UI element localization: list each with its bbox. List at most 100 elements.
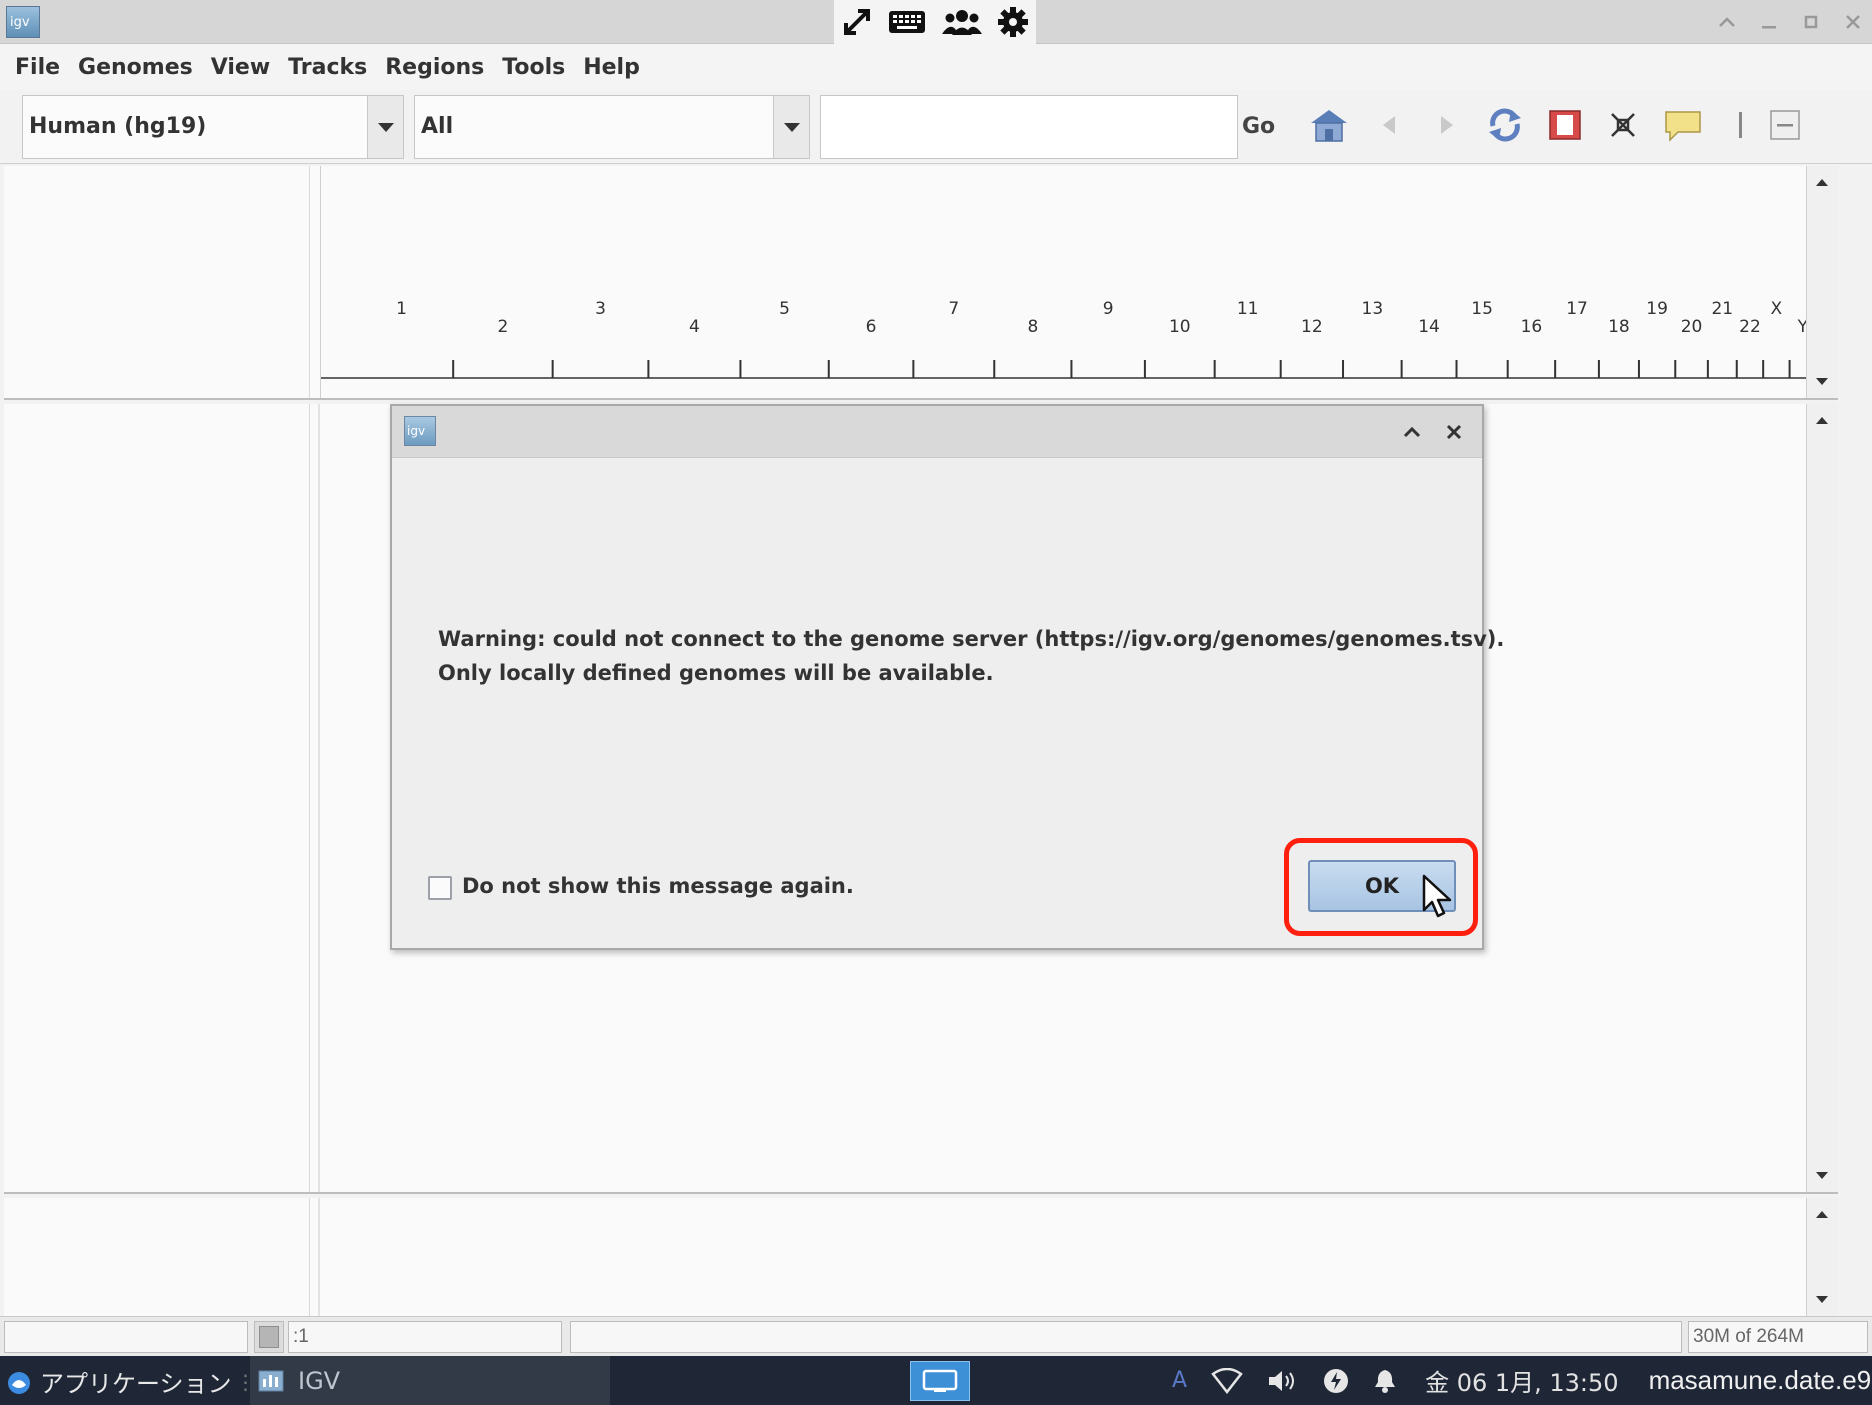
data-scrollbar[interactable] (1806, 404, 1838, 1192)
scroll-up-icon[interactable] (1807, 406, 1837, 434)
menu-genomes[interactable]: Genomes (78, 55, 193, 80)
dialog-collapse-icon[interactable] (1398, 418, 1426, 446)
settings-gear-icon[interactable] (998, 7, 1028, 37)
chromosome-select[interactable]: All (414, 95, 810, 159)
forward-arrow-icon[interactable] (1424, 102, 1470, 148)
ruler-line-icon[interactable] (1718, 102, 1764, 148)
chromosome-dropdown-icon[interactable] (773, 96, 809, 158)
locus-search-input[interactable] (820, 95, 1238, 159)
chromosome-label-9[interactable]: 9 (1103, 299, 1114, 319)
popup-info-icon[interactable] (1660, 102, 1706, 148)
scroll-up-icon[interactable] (1807, 168, 1837, 196)
chromosome-label-19[interactable]: 19 (1646, 299, 1668, 319)
volume-icon[interactable] (1267, 1368, 1299, 1394)
window-minimize-icon[interactable] (1754, 8, 1784, 36)
chromosome-ruler[interactable]: 1 2 3 4 5 6 7 8 9 10 11 12 13 14 15 16 17 18 19 20 21 22 X Y (320, 166, 1838, 398)
dont-show-again-label[interactable]: Do not show this message again. (462, 874, 854, 898)
feature-panel (4, 1198, 1838, 1316)
os-taskbar: アプリケーション ⋮ IGV A 金 06 1月, 13:50 masamune… (0, 1356, 1872, 1405)
feature-scrollbar[interactable] (1806, 1198, 1838, 1316)
menu-tools[interactable]: Tools (502, 55, 565, 80)
network-icon[interactable] (1211, 1367, 1243, 1394)
go-button[interactable]: Go (1242, 114, 1275, 139)
dialog-message: Warning: could not connect to the genome… (438, 622, 1505, 690)
chromosome-label-8[interactable]: 8 (1027, 317, 1038, 337)
chromosome-label-22[interactable]: 22 (1739, 317, 1761, 337)
menu-file[interactable]: File (15, 55, 60, 80)
chromosome-label-14[interactable]: 14 (1418, 317, 1440, 337)
window-maximize-up-icon[interactable] (1712, 8, 1742, 36)
toolbar: Human (hg19) All Go (0, 90, 1872, 164)
chromosome-label-7[interactable]: 7 (948, 299, 959, 319)
chromosome-label-15[interactable]: 15 (1471, 299, 1493, 319)
menu-view[interactable]: View (211, 55, 270, 80)
resize-region-icon[interactable] (1542, 102, 1588, 148)
remote-toolbar (834, 0, 1036, 44)
genome-dropdown-icon[interactable] (367, 96, 403, 158)
feature-panel-divider[interactable] (318, 1198, 320, 1316)
header-name-panel (4, 166, 310, 398)
igv-app-icon: igv (6, 6, 40, 38)
keyboard-icon[interactable] (888, 9, 926, 35)
taskbar-username[interactable]: masamune.date.e9 (1649, 1365, 1872, 1396)
genome-select[interactable]: Human (hg19) (22, 95, 404, 159)
window-titlebar: igv (0, 0, 1872, 44)
applications-menu[interactable]: アプリケーション ⋮ (6, 1364, 256, 1399)
zoom-fit-icon[interactable] (1600, 102, 1646, 148)
scroll-up-icon[interactable] (1807, 1200, 1837, 1228)
users-icon[interactable] (942, 8, 982, 36)
status-message (570, 1321, 1682, 1353)
refresh-icon[interactable] (1482, 102, 1528, 148)
status-cell-left (4, 1321, 248, 1353)
chromosome-label-18[interactable]: 18 (1608, 317, 1630, 337)
scroll-down-icon[interactable] (1807, 1162, 1837, 1190)
taskbar-item-igv[interactable]: IGV (250, 1356, 610, 1405)
window-restore-icon[interactable] (1796, 8, 1826, 36)
dialog-message-line1: Warning: could not connect to the genome… (438, 627, 1505, 651)
data-panel-divider[interactable] (318, 404, 320, 1192)
header-scrollbar[interactable] (1806, 166, 1838, 398)
window-close-icon[interactable] (1838, 8, 1868, 36)
system-tray: A 金 06 1月, 13:50 masamune.date.e9 (1160, 1356, 1871, 1405)
dont-show-again-checkbox[interactable] (428, 876, 452, 900)
status-indicator-box (259, 1326, 279, 1348)
home-icon[interactable] (1306, 102, 1352, 148)
status-position: :1 (288, 1321, 562, 1353)
dialog-icon-label: igv (407, 424, 426, 438)
chromosome-label-4[interactable]: 4 (689, 317, 700, 337)
chromosome-label-X[interactable]: X (1771, 299, 1783, 319)
collapse-panel-icon[interactable] (1762, 102, 1808, 148)
chromosome-label-12[interactable]: 12 (1301, 317, 1323, 337)
chromosome-select-value: All (421, 114, 454, 139)
scroll-down-icon[interactable] (1807, 1286, 1837, 1314)
menu-help[interactable]: Help (583, 55, 640, 80)
applications-menu-icon (8, 1371, 30, 1394)
chromosome-label-2[interactable]: 2 (498, 317, 509, 337)
scroll-down-icon[interactable] (1807, 368, 1837, 396)
chromosome-label-11[interactable]: 11 (1237, 299, 1259, 319)
chromosome-label-16[interactable]: 16 (1521, 317, 1543, 337)
feature-name-panel (4, 1198, 310, 1316)
chromosome-label-20[interactable]: 20 (1681, 317, 1703, 337)
dialog-close-icon[interactable] (1440, 418, 1468, 446)
chromosome-label-5[interactable]: 5 (779, 299, 790, 319)
notification-bell-icon[interactable] (1373, 1368, 1397, 1394)
back-arrow-icon[interactable] (1366, 102, 1412, 148)
chromosome-label-3[interactable]: 3 (595, 299, 606, 319)
chromosome-label-6[interactable]: 6 (866, 317, 877, 337)
chromosome-label-13[interactable]: 13 (1362, 299, 1384, 319)
input-method-indicator[interactable]: A (1172, 1368, 1187, 1393)
chromosome-label-10[interactable]: 10 (1169, 317, 1191, 337)
taskbar-clock[interactable]: 金 06 1月, 13:50 (1425, 1363, 1619, 1398)
desktop-icon (922, 1369, 958, 1392)
chromosome-label-1[interactable]: 1 (396, 299, 407, 319)
chromosome-label-17[interactable]: 17 (1566, 299, 1588, 319)
ruler-graphic: 12345678910111213141516171819202122XY (320, 166, 1820, 398)
dialog-titlebar[interactable]: igv (392, 406, 1482, 458)
show-desktop-button[interactable] (910, 1361, 970, 1401)
fullscreen-icon[interactable] (842, 7, 872, 37)
menu-regions[interactable]: Regions (385, 55, 484, 80)
power-icon[interactable] (1323, 1368, 1349, 1394)
menu-tracks[interactable]: Tracks (288, 55, 367, 80)
chromosome-label-21[interactable]: 21 (1711, 299, 1733, 319)
